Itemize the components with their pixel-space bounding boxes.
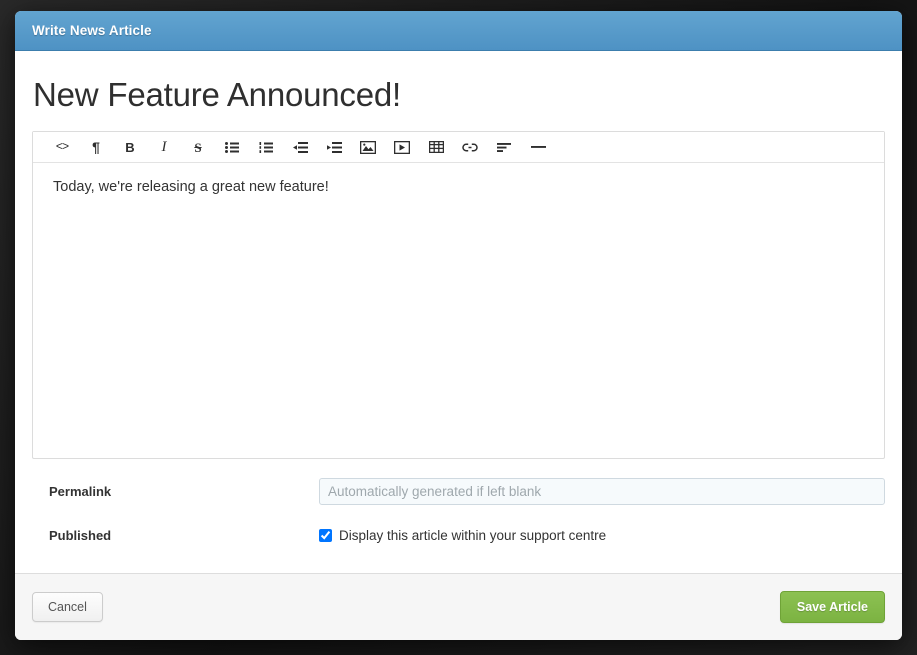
italic-icon[interactable]: I	[147, 133, 181, 162]
published-row: Published Display this article within yo…	[32, 517, 885, 553]
permalink-label: Permalink	[49, 483, 112, 499]
insert-table-icon[interactable]	[419, 133, 453, 162]
paragraph-glyph: ¶	[92, 139, 100, 156]
paragraph-icon[interactable]: ¶	[79, 133, 113, 162]
insert-video-icon[interactable]	[385, 133, 419, 162]
ordered-list-icon[interactable]	[249, 133, 283, 162]
editor-paragraph: Today, we're releasing a great new featu…	[53, 179, 329, 196]
rich-text-editor: <> ¶ B I S Today, we're releasing a grea…	[32, 131, 885, 460]
published-checkbox[interactable]	[319, 528, 332, 542]
article-settings-form: Permalink Published Display this article…	[32, 459, 885, 553]
insert-image-icon[interactable]	[351, 133, 385, 162]
editor-toolbar: <> ¶ B I S	[33, 132, 884, 164]
dialog-footer: Cancel Save Article	[15, 573, 902, 640]
published-checkbox-label: Display this article within your support…	[339, 527, 607, 543]
cancel-button[interactable]: Cancel	[32, 592, 103, 622]
published-checkbox-wrap[interactable]: Display this article within your support…	[319, 528, 885, 543]
permalink-input[interactable]	[319, 477, 885, 505]
insert-link-icon[interactable]	[453, 133, 487, 162]
unordered-list-icon[interactable]	[215, 133, 249, 162]
editor-content-area[interactable]: Today, we're releasing a great new featu…	[33, 163, 884, 458]
permalink-field-wrap	[319, 477, 885, 505]
published-label: Published	[49, 527, 112, 543]
italic-glyph: I	[161, 138, 167, 155]
source-code-glyph: <>	[55, 140, 69, 155]
article-title-input[interactable]: New Feature Announced!	[32, 51, 885, 131]
horizontal-rule-icon[interactable]	[521, 133, 555, 162]
dialog-titlebar: Write News Article	[15, 11, 902, 51]
dialog-body: New Feature Announced! <> ¶ B I S Today,…	[15, 51, 902, 573]
bold-icon[interactable]: B	[113, 133, 147, 162]
bold-glyph: B	[125, 139, 135, 155]
source-code-icon[interactable]: <>	[45, 133, 79, 162]
write-news-article-dialog: Write News Article New Feature Announced…	[15, 11, 902, 640]
permalink-row: Permalink	[32, 473, 885, 509]
indent-icon[interactable]	[317, 133, 351, 162]
save-article-button[interactable]: Save Article	[779, 591, 885, 623]
dialog-title: Write News Article	[32, 23, 152, 38]
published-field-wrap: Display this article within your support…	[319, 528, 885, 543]
outdent-icon[interactable]	[283, 133, 317, 162]
strikethrough-icon[interactable]: S	[181, 133, 215, 162]
align-left-icon[interactable]	[487, 133, 521, 162]
strikethrough-glyph: S	[194, 139, 202, 155]
